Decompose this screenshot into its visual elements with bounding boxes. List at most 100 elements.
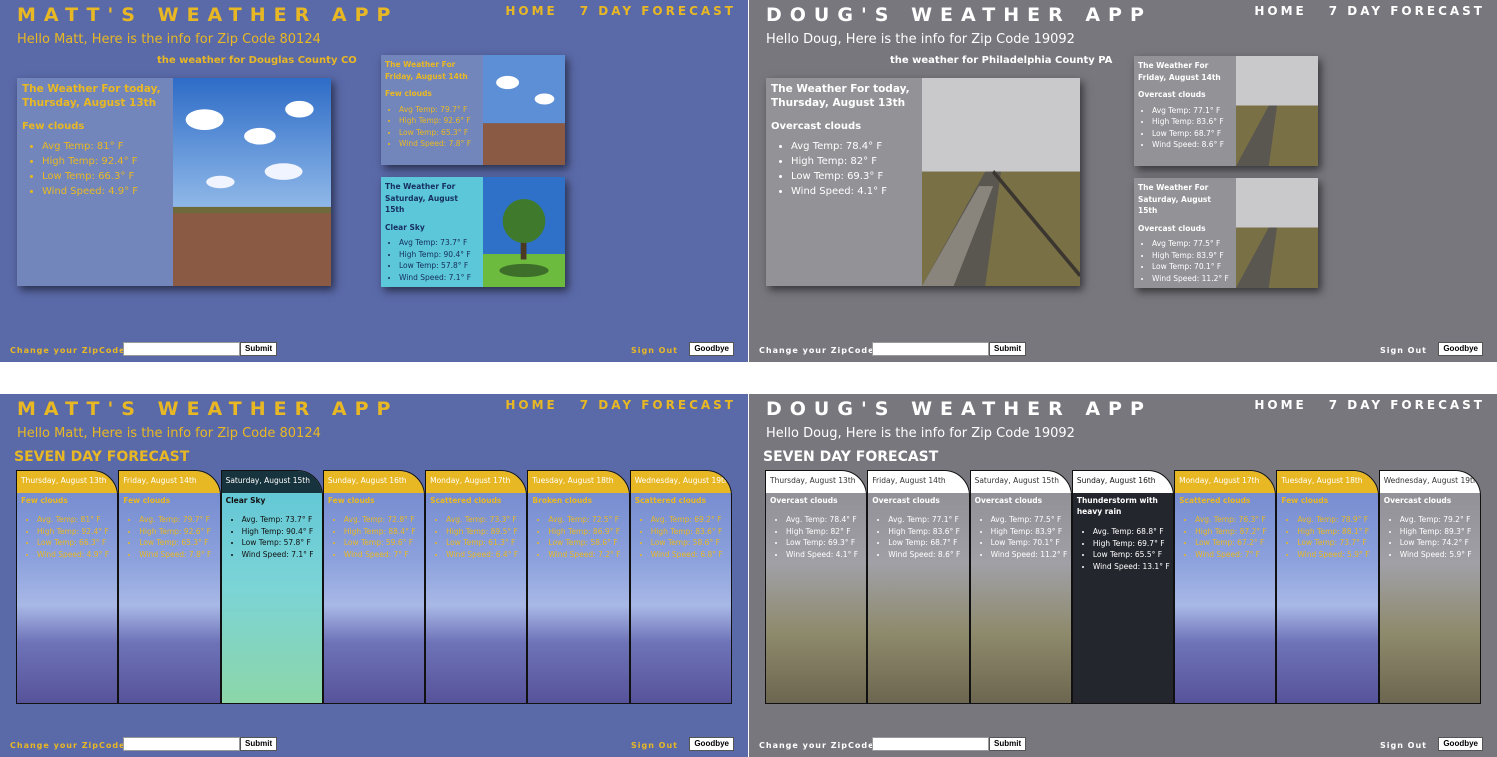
day-label: Friday, August 14th (868, 471, 969, 493)
day-condition: Thunderstorm with heavy rain (1076, 496, 1158, 516)
stat-item: Avg Temp: 81° F (42, 140, 168, 154)
day-condition: Scattered clouds (1179, 496, 1251, 505)
stat-item: Low Temp: 59.6° F (344, 537, 416, 549)
day-label: Monday, August 17th (1175, 471, 1276, 493)
nav-home-link[interactable]: HOME (1254, 398, 1306, 412)
stat-item: High Temp: 90.4° F (399, 249, 479, 261)
stat-item: High Temp: 69.7° F (1093, 538, 1170, 550)
zip-input[interactable] (123, 342, 240, 356)
app-title: MATT'S WEATHER APP (17, 4, 399, 26)
friday-heading: The Weather For Friday, August 14th (1138, 61, 1221, 82)
day-condition: Scattered clouds (430, 496, 502, 505)
nav-forecast-link[interactable]: 7 DAY FORECAST (1329, 398, 1485, 412)
stat-item: Low Temp: 67.2° F (1195, 537, 1267, 549)
stat-item: Low Temp: 68.7° F (888, 537, 960, 549)
stat-item: High Temp: 89.5° F (446, 526, 518, 538)
zip-label: Change your ZipCode! (759, 741, 880, 750)
nav-bar: HOME 7 DAY FORECAST (1254, 398, 1485, 412)
stat-item: Low Temp: 70.1° F (991, 537, 1068, 549)
footer: Change your ZipCode! Submit Sign Out Goo… (10, 737, 734, 753)
stat-item: Low Temp: 69.3° F (791, 170, 917, 184)
goodbye-button[interactable]: Goodbye (689, 737, 734, 751)
saturday-card: The Weather For Saturday, August 15th Cl… (381, 177, 565, 287)
goodbye-button[interactable]: Goodbye (1438, 737, 1483, 751)
submit-button[interactable]: Submit (989, 342, 1027, 356)
day-label: Saturday, August 15th (970, 471, 1071, 493)
day-stats: Avg. Temp: 72.8° FHigh Temp: 88.4° FLow … (344, 514, 416, 560)
day-stats: Avg. Temp: 77.5° FHigh Temp: 83.9° FLow … (991, 514, 1068, 560)
day-stats: Avg. Temp: 72.5° FHigh Temp: 86.9° FLow … (548, 514, 620, 560)
day-card: Wednesday, August 19th Overcast clouds Avg… (1378, 470, 1481, 704)
day-card: Wednesday, August 19th Scattered clouds Av… (629, 470, 732, 704)
stat-item: Avg Temp: 79.7° F (399, 104, 479, 116)
zip-input[interactable] (872, 737, 989, 751)
stat-item: Low Temp: 57.8° F (242, 537, 314, 549)
saturday-card: The Weather For Saturday, August 15th Ov… (1134, 178, 1318, 288)
today-stats: Avg Temp: 81° F High Temp: 92.4° F Low T… (22, 140, 168, 199)
stat-item: Low Temp: 69.3° F (786, 537, 858, 549)
saturday-info: The Weather For Saturday, August 15th Ov… (1134, 178, 1236, 288)
day-label: Sunday, August 16th (1072, 471, 1174, 493)
saturday-heading: The Weather For Saturday, August 15th (1138, 183, 1211, 215)
stat-item: High Temp: 92.4° F (37, 526, 109, 538)
goodbye-button[interactable]: Goodbye (1438, 342, 1483, 356)
day-stats: Avg. Temp: 73.3° FHigh Temp: 89.5° FLow … (446, 514, 518, 560)
stat-item: High Temp: 83.9° F (1152, 250, 1232, 262)
stat-item: Avg Temp: 77.1° F (1152, 105, 1232, 117)
stat-item: High Temp: 83.6° F (651, 526, 723, 538)
submit-button[interactable]: Submit (240, 342, 278, 356)
day-card: Thursday, August 13th Overcast clouds Avg.… (765, 470, 868, 704)
friday-condition: Overcast clouds (1138, 90, 1206, 99)
stat-item: High Temp: 92.6° F (139, 526, 211, 538)
day-label: Wednesday, August 19th (630, 471, 731, 493)
zip-input[interactable] (123, 737, 240, 751)
greeting: Hello Matt, Here is the info for Zip Cod… (17, 426, 321, 441)
day-card: Saturday, August 15th Clear Sky Avg. Temp:… (220, 470, 323, 704)
day-stats: Avg. Temp: 68.8° FHigh Temp: 69.7° FLow … (1093, 526, 1170, 572)
today-condition: Overcast clouds (771, 121, 862, 132)
saturday-heading: The Weather For Saturday, August 15th (385, 182, 458, 214)
stat-item: High Temp: 90.4° F (242, 526, 314, 538)
day-condition: Few clouds (21, 496, 68, 505)
stat-item: Avg. Temp: 69.2° F (651, 514, 723, 526)
day-label: Monday, August 17th (426, 471, 527, 493)
stat-item: Wind Speed: 11.2° F (991, 549, 1068, 561)
stat-item: Avg. Temp: 78.9° F (1297, 514, 1369, 526)
day-stats: Avg. Temp: 69.2° FHigh Temp: 83.6° FLow … (651, 514, 723, 560)
day-card: Monday, August 17th Scattered clouds Avg. … (1174, 470, 1277, 704)
stat-item: High Temp: 83.9° F (991, 526, 1068, 538)
greeting: Hello Matt, Here is the info for Zip Cod… (17, 32, 321, 47)
stat-item: High Temp: 87.2° F (1195, 526, 1267, 538)
stat-item: High Temp: 83.6° F (888, 526, 960, 538)
doug-forecast-panel: DOUG'S WEATHER APP HOME 7 DAY FORECAST H… (749, 394, 1497, 757)
friday-card: The Weather For Friday, August 14th Over… (1134, 56, 1318, 166)
day-label: Tuesday, August 18th (1277, 471, 1378, 493)
day-stats: Avg. Temp: 78.9° FHigh Temp: 88.1° FLow … (1297, 514, 1369, 560)
submit-button[interactable]: Submit (989, 737, 1027, 751)
day-card: Saturday, August 15th Overcast clouds Avg.… (969, 470, 1072, 704)
goodbye-button[interactable]: Goodbye (689, 342, 734, 356)
nav-home-link[interactable]: HOME (505, 398, 557, 412)
stat-item: Avg Temp: 73.7° F (399, 237, 479, 249)
forecast-cards: Thursday, August 13th Overcast clouds Avg.… (765, 470, 1481, 704)
stat-item: Avg. Temp: 77.5° F (991, 514, 1068, 526)
friday-stats: Avg Temp: 79.7° F High Temp: 92.6° F Low… (385, 104, 479, 150)
day-card: Thursday, August 13th Few clouds Avg. Temp… (16, 470, 119, 704)
day-stats: Avg. Temp: 79.7° FHigh Temp: 92.6° FLow … (139, 514, 211, 560)
field-sky-image (173, 78, 331, 286)
day-condition: Overcast clouds (770, 496, 838, 505)
day-condition: Overcast clouds (872, 496, 940, 505)
nav-forecast-link[interactable]: 7 DAY FORECAST (580, 4, 736, 18)
day-condition: Overcast clouds (974, 496, 1043, 505)
nav-home-link[interactable]: HOME (1254, 4, 1306, 18)
stat-item: Wind Speed: 6.4° F (446, 549, 518, 561)
day-card: Monday, August 17th Scattered clouds Avg. … (425, 470, 528, 704)
nav-forecast-link[interactable]: 7 DAY FORECAST (1329, 4, 1485, 18)
nav-home-link[interactable]: HOME (505, 4, 557, 18)
nav-forecast-link[interactable]: 7 DAY FORECAST (580, 398, 736, 412)
zip-input[interactable] (872, 342, 989, 356)
submit-button[interactable]: Submit (240, 737, 278, 751)
saturday-condition: Clear Sky (385, 222, 425, 232)
day-label: Wednesday, August 19th (1379, 471, 1480, 493)
stat-item: Avg. Temp: 68.8° F (1093, 526, 1170, 538)
